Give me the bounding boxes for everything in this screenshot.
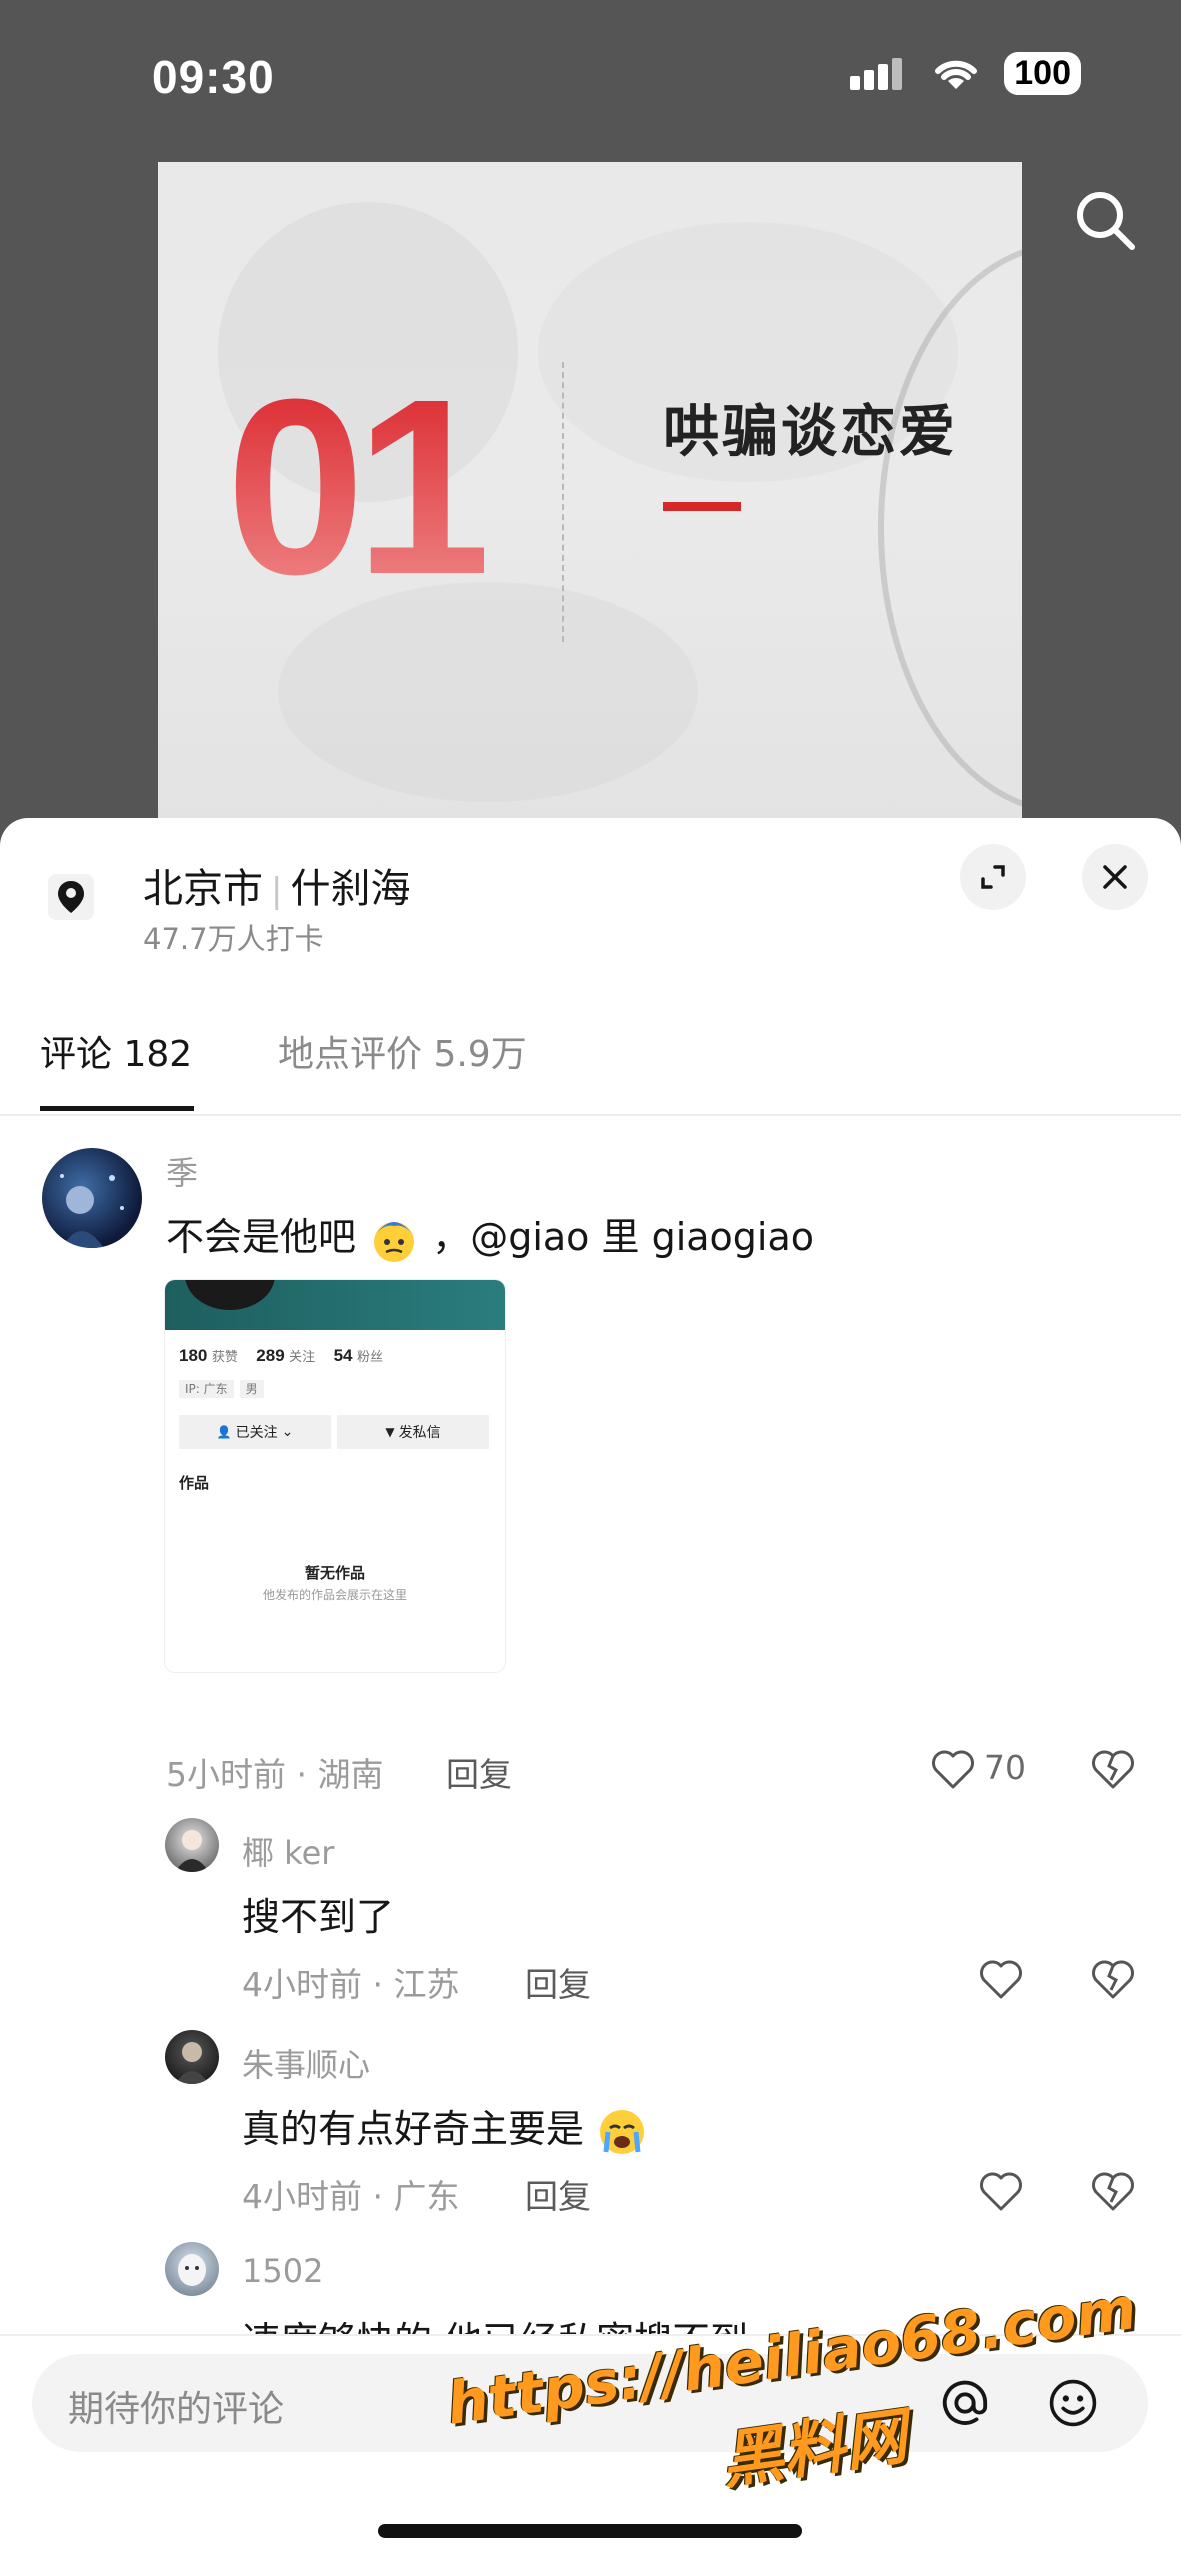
comment-username[interactable]: 季: [166, 1148, 198, 1194]
video-preview[interactable]: 01 哄骗谈恋爱: [158, 162, 1022, 822]
location-pin-icon: [48, 874, 94, 920]
location-city: 北京市: [143, 866, 263, 912]
video-number: 01: [226, 347, 494, 626]
profile-stats: 180 获赞 289 关注 54 粉丝: [179, 1346, 383, 1365]
heart-icon: [932, 1750, 974, 1789]
comment-mention[interactable]: ，@giao 里 giaogiao: [432, 1215, 814, 1259]
title-accent-bar: [663, 502, 741, 511]
reply-text: 真的有点好奇主要是: [242, 2098, 648, 2158]
status-icons: 100: [848, 52, 1081, 95]
location-title[interactable]: 北京市 | 什刹海: [143, 856, 410, 914]
profile-empty-subtitle: 他发布的作品会展示在这里: [262, 1588, 407, 1602]
avatar[interactable]: [165, 2242, 219, 2296]
location-separator: |: [271, 871, 283, 911]
heart-icon: [980, 2172, 1022, 2211]
profile-tags: IP: 广东男: [179, 1380, 270, 1398]
expand-button[interactable]: [960, 844, 1026, 910]
broken-heart-icon: [1092, 1960, 1134, 1999]
dislike-button[interactable]: [1088, 1744, 1138, 1794]
wifi-icon: [935, 60, 978, 89]
broken-heart-icon: [1092, 2172, 1134, 2211]
signal-icon: [850, 57, 903, 90]
comment-input-placeholder: 期待你的评论: [68, 2389, 285, 2430]
search-icon: [1077, 192, 1135, 250]
reply-time-location: 4小时前 · 江苏: [242, 1965, 460, 2004]
dislike-button[interactable]: [1088, 1954, 1138, 2004]
comment-time-location: 5小时前 · 湖南: [166, 1755, 384, 1794]
comment-text: 不会是他吧 ，@giao 里 giaogiao: [166, 1206, 814, 1266]
like-button[interactable]: [976, 2166, 1026, 2216]
tab-bar: 评论 182 地点评价 5.9万: [0, 1018, 1181, 1116]
reply-username[interactable]: 朱事顺心: [242, 2040, 370, 2086]
location-checkins: 47.7万人打卡: [143, 922, 324, 956]
reply-username[interactable]: 椰 ker: [242, 1828, 334, 1874]
dislike-button[interactable]: [1088, 2166, 1138, 2216]
expand-icon: [981, 865, 1005, 889]
comment-image[interactable]: 180 获赞 289 关注 54 粉丝 IP: 广东男 👤 已关注 ⌄ ▼ 发私信 作…: [165, 1280, 505, 1672]
video-title: 哄骗谈恋爱: [663, 400, 958, 465]
profile-header: [165, 1280, 505, 1330]
thinking-face-emoji-icon: [374, 1221, 415, 1262]
close-button[interactable]: [1082, 844, 1148, 910]
heart-icon: [980, 1960, 1022, 1999]
battery-indicator: 100: [1004, 52, 1081, 95]
mention-button[interactable]: [940, 2378, 990, 2428]
tab-comments[interactable]: 评论 182: [40, 1018, 192, 1114]
reply-text: 搜不到了: [242, 1895, 395, 1939]
crying-face-emoji-icon: [600, 2109, 645, 2154]
home-indicator[interactable]: [378, 2524, 802, 2538]
tab-place-reviews[interactable]: 地点评价 5.9万: [278, 1018, 527, 1114]
reply-username[interactable]: 1502: [242, 2252, 323, 2290]
broken-heart-icon: [1092, 1750, 1134, 1789]
profile-works-label: 作品: [179, 1474, 210, 1492]
tab-underline: [40, 1106, 194, 1111]
status-bar: 09:30 100: [0, 0, 1181, 160]
profile-empty-title: 暂无作品: [304, 1564, 365, 1582]
profile-follow-button: 👤 已关注 ⌄: [179, 1415, 331, 1449]
search-button[interactable]: [1070, 185, 1140, 255]
smiley-icon: [1049, 2379, 1097, 2427]
reply-body: 真的有点好奇主要是: [242, 2107, 585, 2151]
like-button[interactable]: [976, 1954, 1026, 2004]
divider: [562, 362, 564, 642]
emoji-button[interactable]: [1048, 2378, 1098, 2428]
reply-button[interactable]: 回复: [525, 2170, 591, 2218]
at-icon: [942, 2380, 988, 2425]
reply-button[interactable]: 回复: [525, 1958, 591, 2006]
profile-message-button: ▼ 发私信: [337, 1415, 489, 1449]
avatar[interactable]: [42, 1148, 142, 1248]
reply-button[interactable]: 回复: [446, 1748, 512, 1796]
avatar[interactable]: [165, 1818, 219, 1872]
close-icon: [1103, 865, 1127, 889]
location-place: 什刹海: [290, 866, 411, 912]
like-count: 70: [984, 1748, 1026, 1787]
avatar[interactable]: [165, 2030, 219, 2084]
reply-time-location: 4小时前 · 广东: [242, 2177, 460, 2216]
status-time: 09:30: [152, 51, 275, 103]
comment-body: 不会是他吧: [166, 1215, 357, 1259]
like-button[interactable]: [928, 1744, 978, 1794]
